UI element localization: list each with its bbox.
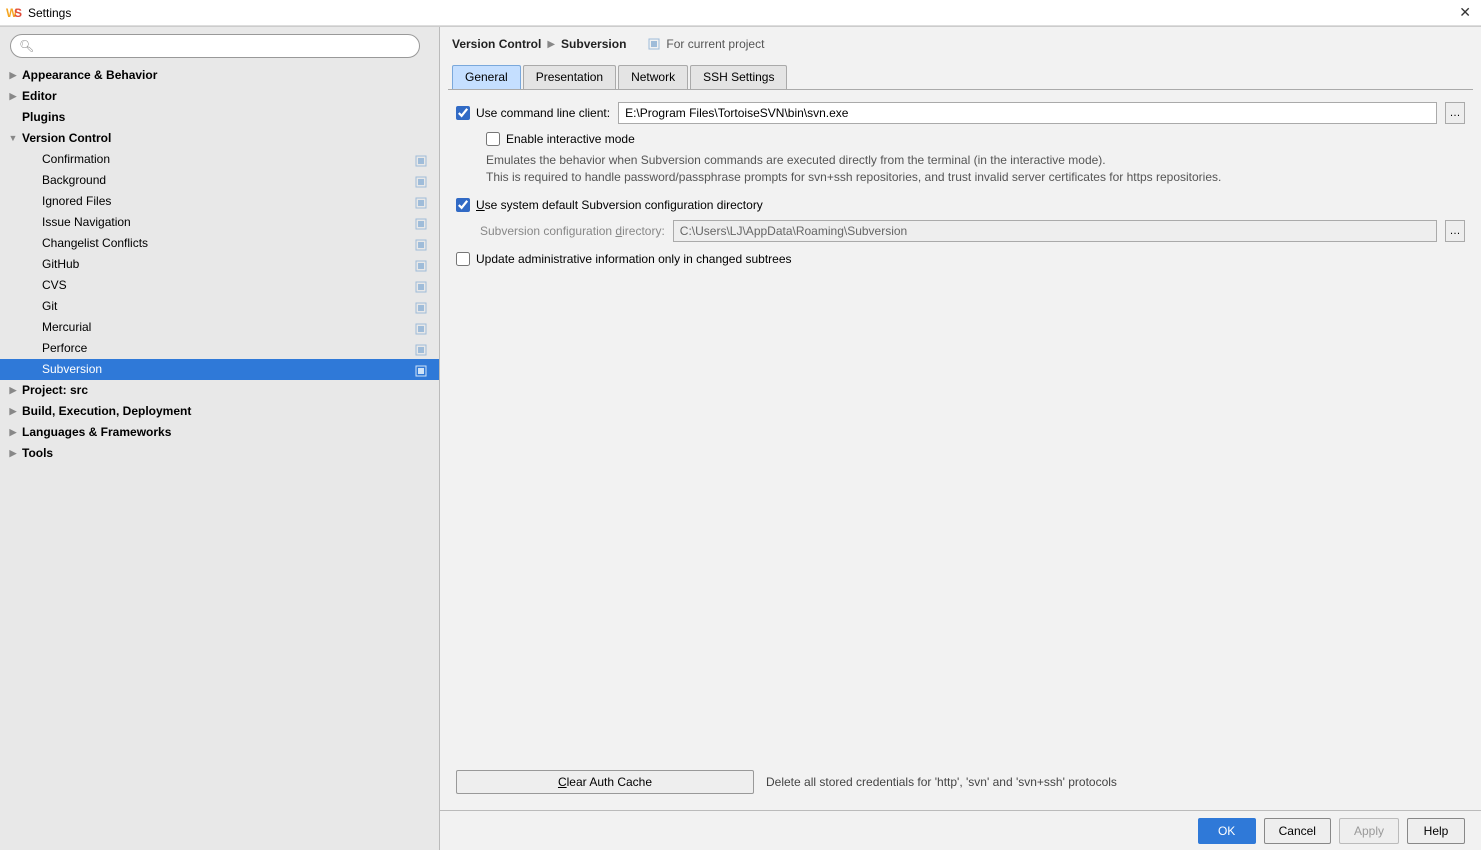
bottom-action-row: Clear Auth Cache Delete all stored crede… xyxy=(440,762,1481,810)
use-default-dir-row: Use system default Subversion configurat… xyxy=(456,198,1465,212)
ok-button[interactable]: OK xyxy=(1198,818,1256,844)
project-scope-icon xyxy=(648,38,660,50)
breadcrumb: Version Control ▶ Subversion For current… xyxy=(440,27,1481,61)
chevron-down-icon: ▼ xyxy=(6,128,20,149)
chevron-right-icon: ▶ xyxy=(6,86,20,107)
cli-path-browse-button[interactable]: … xyxy=(1445,102,1465,124)
dialog-footer: OK Cancel Apply Help xyxy=(440,810,1481,850)
chevron-right-icon: ▶ xyxy=(547,39,555,50)
project-scope-icon xyxy=(415,174,427,186)
window-title: Settings xyxy=(28,6,71,20)
project-scope-icon xyxy=(415,279,427,291)
sidebar-item-issue-navigation[interactable]: Issue Navigation xyxy=(0,212,439,233)
help-button[interactable]: Help xyxy=(1407,818,1465,844)
project-scope-icon xyxy=(415,300,427,312)
tab-network[interactable]: Network xyxy=(618,65,688,89)
sidebar-item-github[interactable]: GitHub xyxy=(0,254,439,275)
sidebar-item-confirmation[interactable]: Confirmation xyxy=(0,149,439,170)
apply-button: Apply xyxy=(1339,818,1399,844)
project-scope-icon xyxy=(415,216,427,228)
interactive-checkbox[interactable] xyxy=(486,132,500,146)
sidebar-item-git[interactable]: Git xyxy=(0,296,439,317)
scope-label: For current project xyxy=(666,37,764,51)
search-icon: 🔍︎ xyxy=(19,39,34,53)
tab-general[interactable]: General xyxy=(452,65,521,89)
sidebar-item-project-src[interactable]: ▶Project: src xyxy=(0,380,439,401)
sidebar-item-ignored-files[interactable]: Ignored Files xyxy=(0,191,439,212)
interactive-row: Enable interactive mode xyxy=(456,132,1465,146)
use-cli-checkbox[interactable] xyxy=(456,106,470,120)
use-cli-label[interactable]: Use command line client: xyxy=(456,106,610,120)
config-dir-browse-button[interactable]: … xyxy=(1445,220,1465,242)
chevron-right-icon: ▶ xyxy=(6,380,20,401)
search-row: 🔍︎ xyxy=(0,27,439,65)
project-scope-icon xyxy=(415,363,427,375)
project-scope-icon xyxy=(415,321,427,333)
cli-path-input[interactable] xyxy=(618,102,1437,124)
settings-sidebar: 🔍︎ ▶Appearance & Behavior ▶Editor Plugin… xyxy=(0,27,440,850)
app-logo-icon: WS xyxy=(6,5,22,21)
clear-auth-cache-button[interactable]: Clear Auth Cache xyxy=(456,770,754,794)
svg-text:S: S xyxy=(14,6,22,20)
sidebar-item-editor[interactable]: ▶Editor xyxy=(0,86,439,107)
sidebar-item-changelist-conflicts[interactable]: Changelist Conflicts xyxy=(0,233,439,254)
sidebar-item-perforce[interactable]: Perforce xyxy=(0,338,439,359)
title-bar: WS Settings ✕ xyxy=(0,0,1481,26)
cancel-button[interactable]: Cancel xyxy=(1264,818,1331,844)
sidebar-item-tools[interactable]: ▶Tools xyxy=(0,443,439,464)
project-scope-icon xyxy=(415,258,427,270)
use-cli-row: Use command line client: … xyxy=(456,102,1465,124)
tab-bar: General Presentation Network SSH Setting… xyxy=(448,65,1473,90)
project-scope-icon xyxy=(415,153,427,165)
chevron-right-icon: ▶ xyxy=(6,422,20,443)
close-icon[interactable]: ✕ xyxy=(1459,4,1471,21)
interactive-label[interactable]: Enable interactive mode xyxy=(486,132,635,146)
sidebar-item-mercurial[interactable]: Mercurial xyxy=(0,317,439,338)
main-area: 🔍︎ ▶Appearance & Behavior ▶Editor Plugin… xyxy=(0,26,1481,850)
config-dir-row: Subversion configuration directory: … xyxy=(456,220,1465,242)
settings-tree: ▶Appearance & Behavior ▶Editor Plugins ▼… xyxy=(0,65,439,850)
sidebar-item-subversion[interactable]: Subversion xyxy=(0,359,439,380)
sidebar-item-plugins[interactable]: Plugins xyxy=(0,107,439,128)
chevron-right-icon: ▶ xyxy=(6,443,20,464)
use-default-dir-checkbox[interactable] xyxy=(456,198,470,212)
chevron-right-icon: ▶ xyxy=(6,65,20,86)
sidebar-item-appearance[interactable]: ▶Appearance & Behavior xyxy=(0,65,439,86)
general-panel: Use command line client: … Enable intera… xyxy=(440,90,1481,762)
sidebar-item-background[interactable]: Background xyxy=(0,170,439,191)
content-area: Version Control ▶ Subversion For current… xyxy=(440,27,1481,850)
update-admin-checkbox[interactable] xyxy=(456,252,470,266)
config-dir-input xyxy=(673,220,1437,242)
clear-cache-hint: Delete all stored credentials for 'http'… xyxy=(766,775,1117,789)
project-scope-icon xyxy=(415,237,427,249)
search-input[interactable] xyxy=(10,34,420,58)
breadcrumb-part2: Subversion xyxy=(561,37,626,51)
sidebar-item-build-exec-deploy[interactable]: ▶Build, Execution, Deployment xyxy=(0,401,439,422)
use-default-dir-label[interactable]: Use system default Subversion configurat… xyxy=(456,198,763,212)
config-dir-label: Subversion configuration directory: xyxy=(480,224,665,238)
sidebar-item-languages-frameworks[interactable]: ▶Languages & Frameworks xyxy=(0,422,439,443)
interactive-hint: Emulates the behavior when Subversion co… xyxy=(456,152,1465,186)
update-admin-label[interactable]: Update administrative information only i… xyxy=(456,252,792,266)
breadcrumb-part1[interactable]: Version Control xyxy=(452,37,541,51)
sidebar-item-version-control[interactable]: ▼Version Control xyxy=(0,128,439,149)
project-scope-icon xyxy=(415,342,427,354)
sidebar-item-cvs[interactable]: CVS xyxy=(0,275,439,296)
tab-ssh-settings[interactable]: SSH Settings xyxy=(690,65,787,89)
update-admin-row: Update administrative information only i… xyxy=(456,252,1465,266)
tab-presentation[interactable]: Presentation xyxy=(523,65,616,89)
project-scope-icon xyxy=(415,195,427,207)
chevron-right-icon: ▶ xyxy=(6,401,20,422)
